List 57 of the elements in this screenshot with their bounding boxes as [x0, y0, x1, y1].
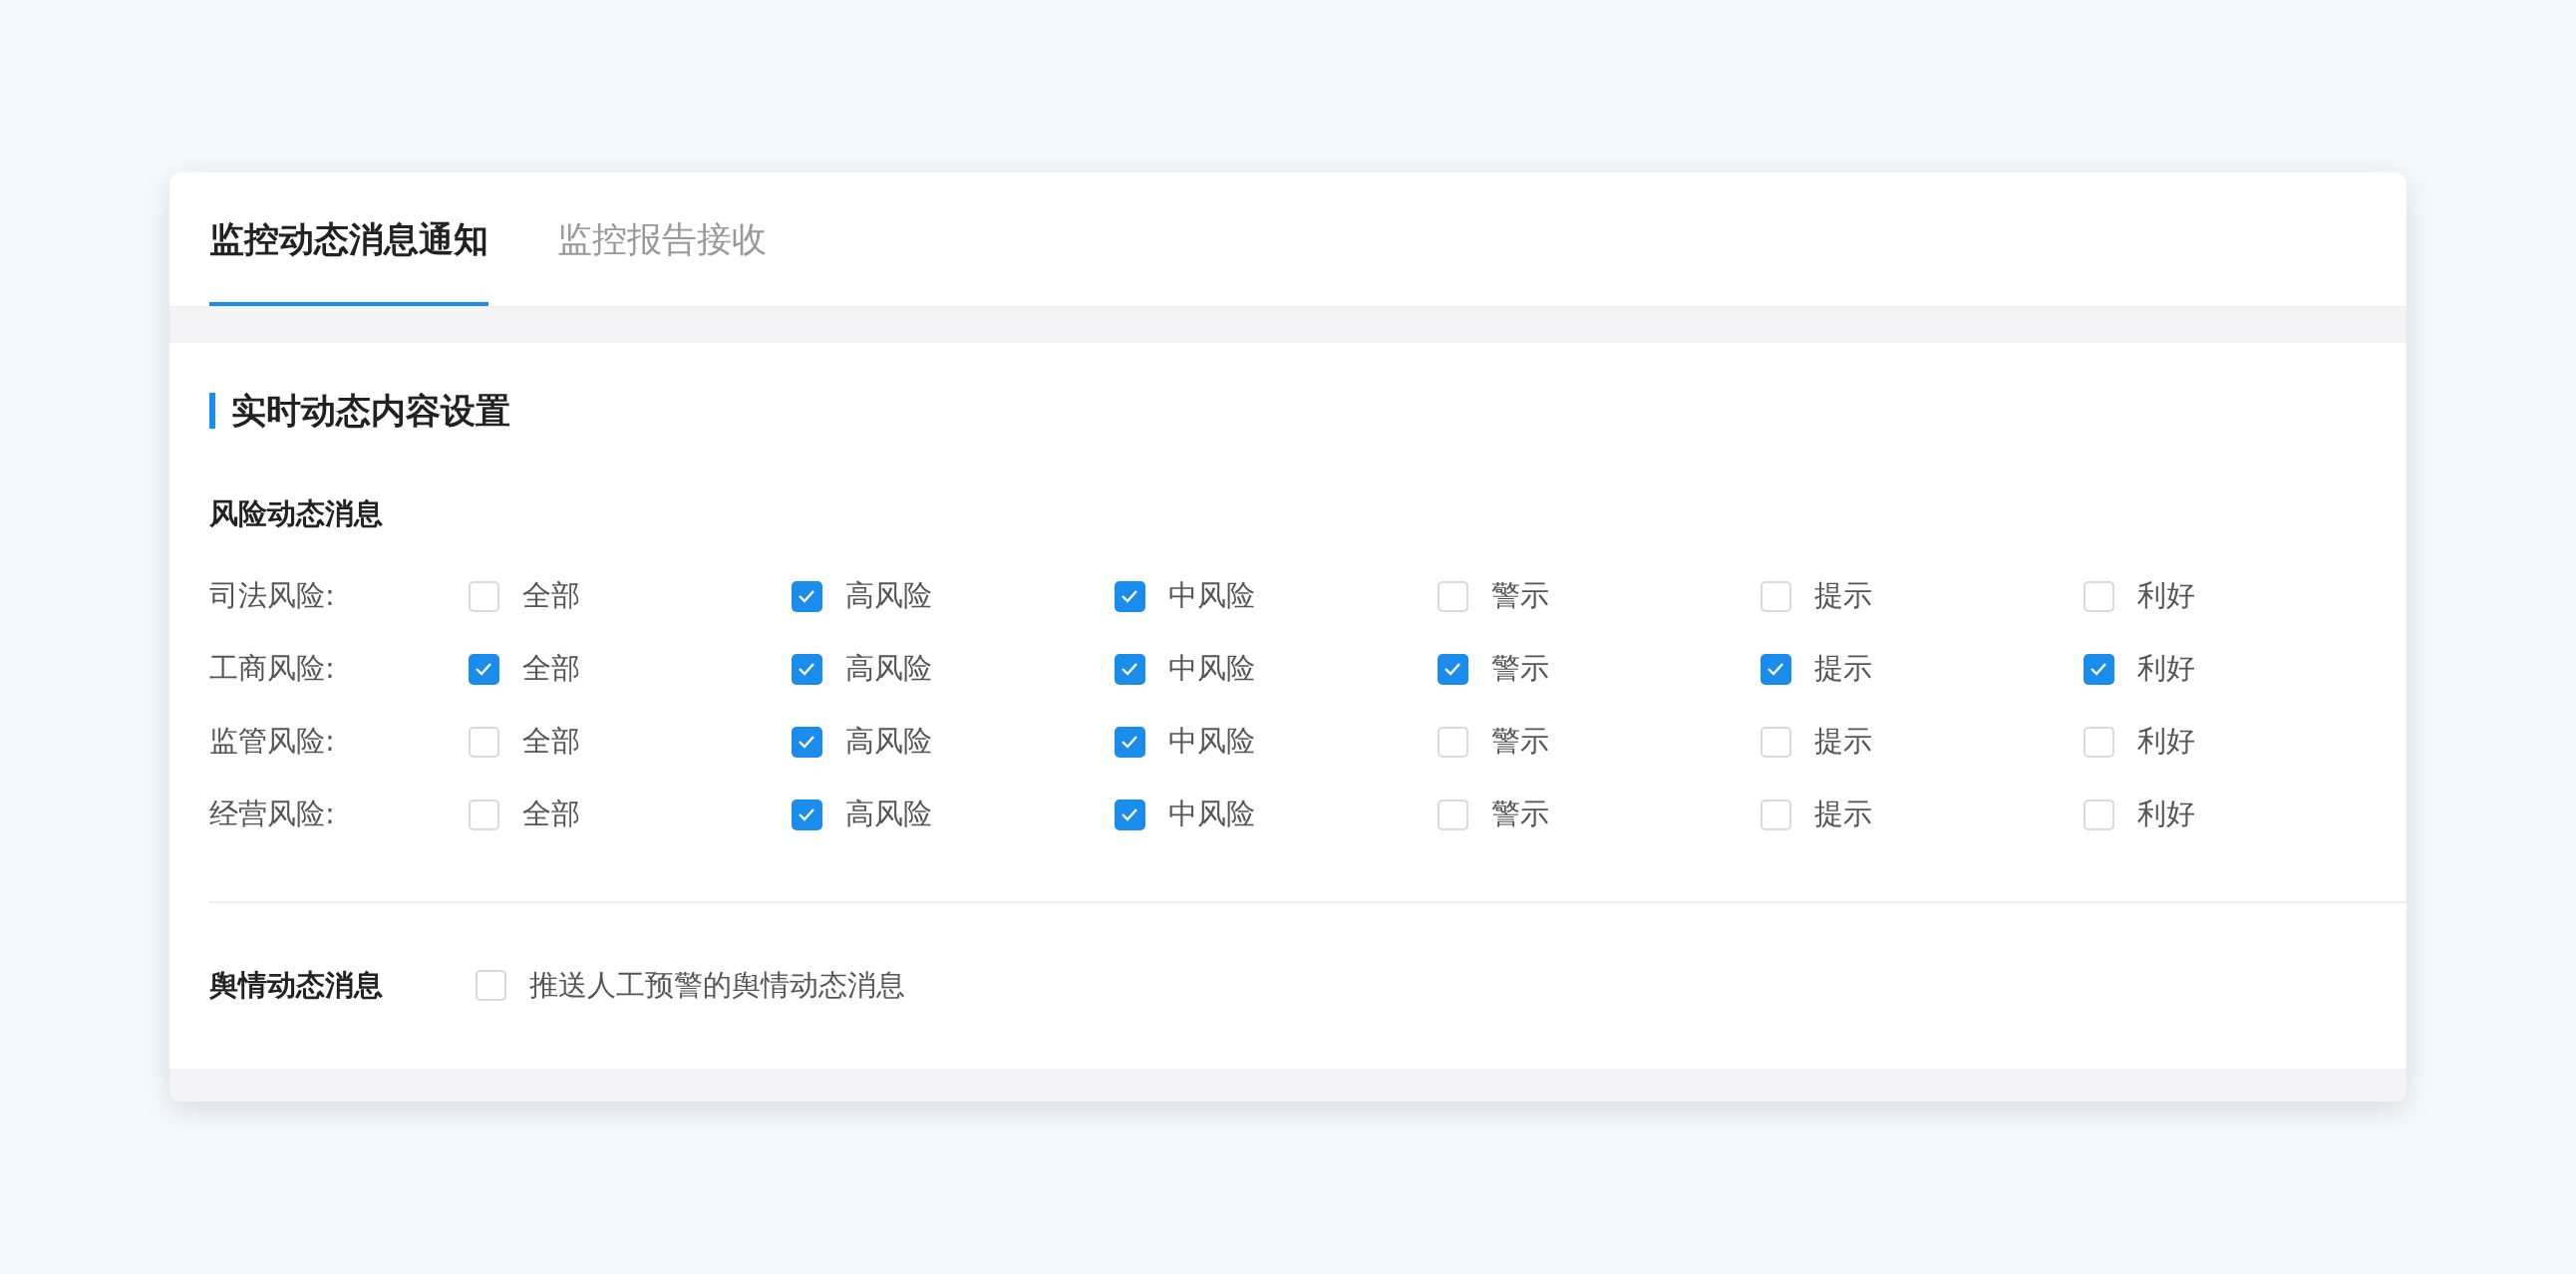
group-title: 风险动态消息 — [209, 495, 384, 532]
checkbox-option[interactable]: 利好 — [2083, 647, 2407, 691]
checkbox-option[interactable]: 提示 — [1760, 574, 2084, 618]
checkbox-option[interactable]: 利好 — [2083, 574, 2407, 618]
checkmark-icon — [1121, 662, 1139, 676]
row-label: 司法风险: — [209, 577, 336, 615]
checkbox[interactable] — [791, 653, 822, 685]
checkbox-option[interactable]: 警示 — [1437, 647, 1761, 691]
row-label: 经营风险: — [209, 796, 336, 833]
checkbox-option[interactable]: 高风险 — [791, 793, 1115, 836]
checkbox[interactable] — [791, 580, 822, 612]
checkbox-option[interactable]: 提示 — [1760, 647, 2084, 691]
checkbox-option[interactable]: 警示 — [1437, 793, 1761, 836]
checkbox[interactable] — [468, 653, 499, 685]
checkbox-option[interactable]: 利好 — [2083, 720, 2407, 764]
checkmark-icon — [798, 589, 816, 603]
checkmark-icon — [1121, 807, 1139, 821]
checkbox[interactable] — [1437, 653, 1468, 685]
checkbox-option[interactable]: 中风险 — [1114, 574, 1438, 618]
checkmark-icon — [798, 807, 816, 821]
checkbox-option[interactable]: 全部 — [468, 720, 792, 764]
checkbox-option[interactable]: 全部 — [468, 574, 792, 618]
checkbox[interactable] — [1114, 653, 1145, 685]
checkbox-option[interactable]: 高风险 — [791, 720, 1115, 764]
checkbox-option[interactable]: 警示 — [1437, 720, 1761, 764]
checkbox-option[interactable]: 高风险 — [791, 647, 1115, 691]
row-label: 工商风险: — [209, 650, 336, 688]
checkbox-option[interactable]: 全部 — [468, 793, 792, 836]
checkbox-option[interactable]: 中风险 — [1114, 793, 1438, 836]
checkmark-icon — [1121, 589, 1139, 603]
checkbox-option[interactable]: 推送人工预警的舆情动态消息 — [476, 963, 905, 1008]
checkmark-icon — [1121, 735, 1139, 749]
accent-bar — [209, 393, 215, 429]
checkbox-option[interactable]: 中风险 — [1114, 647, 1438, 691]
checkbox[interactable] — [2083, 653, 2114, 685]
checkmark-icon — [1444, 662, 1462, 676]
checkbox[interactable] — [791, 726, 822, 758]
checkbox[interactable] — [1114, 798, 1145, 830]
checkmark-icon — [1767, 662, 1785, 676]
checkbox[interactable] — [1760, 653, 1791, 685]
checkmark-icon — [798, 735, 816, 749]
checkbox-option[interactable]: 全部 — [468, 647, 792, 691]
checkbox-option[interactable]: 中风险 — [1114, 720, 1438, 764]
checkbox-option[interactable]: 提示 — [1760, 720, 2084, 764]
checkbox[interactable] — [1114, 580, 1145, 612]
checkbox-option[interactable]: 利好 — [2083, 793, 2407, 836]
checkmark-icon — [2090, 662, 2108, 676]
checkmark-icon — [475, 662, 493, 676]
section-title: 实时动态内容设置 — [231, 389, 510, 433]
group-title: 舆情动态消息 — [209, 966, 384, 1004]
checkbox[interactable] — [1114, 726, 1145, 758]
row-label: 监管风险: — [209, 723, 336, 761]
checkbox-option[interactable]: 警示 — [1437, 574, 1761, 618]
checkmark-icon — [798, 662, 816, 676]
checkbox[interactable] — [791, 798, 822, 830]
checkbox-option[interactable]: 提示 — [1760, 793, 2084, 836]
checkbox-option[interactable]: 高风险 — [791, 574, 1115, 618]
